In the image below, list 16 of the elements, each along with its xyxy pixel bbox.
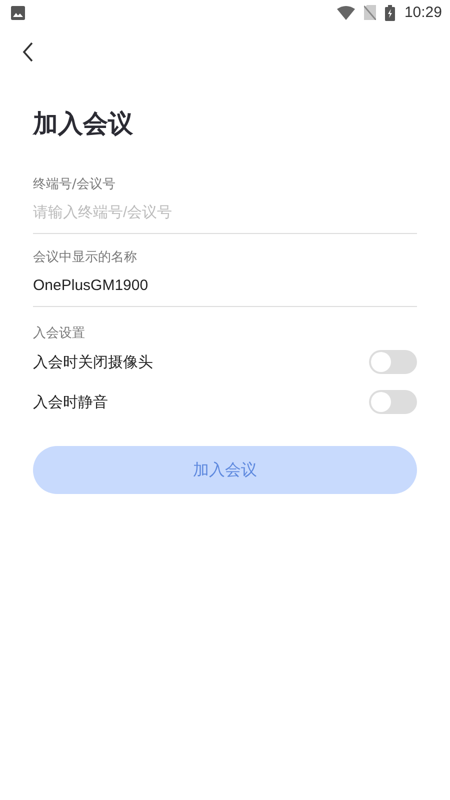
back-icon[interactable] xyxy=(22,42,34,62)
setting-label: 入会时静音 xyxy=(33,392,108,412)
field-label: 会议中显示的名称 xyxy=(33,249,138,266)
setting-label: 入会时关闭摄像头 xyxy=(33,352,153,372)
input-field[interactable]: OnePlusGM1900 xyxy=(33,274,417,296)
page-title: 加入会议 xyxy=(33,108,134,140)
input-field[interactable]: 请输入终端号/会议号 xyxy=(33,201,417,223)
image-icon xyxy=(11,6,25,20)
section-heading: 入会设置 xyxy=(33,325,86,342)
wifi-icon xyxy=(337,6,356,20)
field-label: 终端号/会议号 xyxy=(33,176,116,193)
battery-icon xyxy=(385,4,396,20)
toggle-switch[interactable] xyxy=(369,350,417,374)
no-sim-icon xyxy=(364,5,376,20)
toggle-switch[interactable] xyxy=(369,390,417,414)
clock: 10:29 xyxy=(404,4,442,21)
